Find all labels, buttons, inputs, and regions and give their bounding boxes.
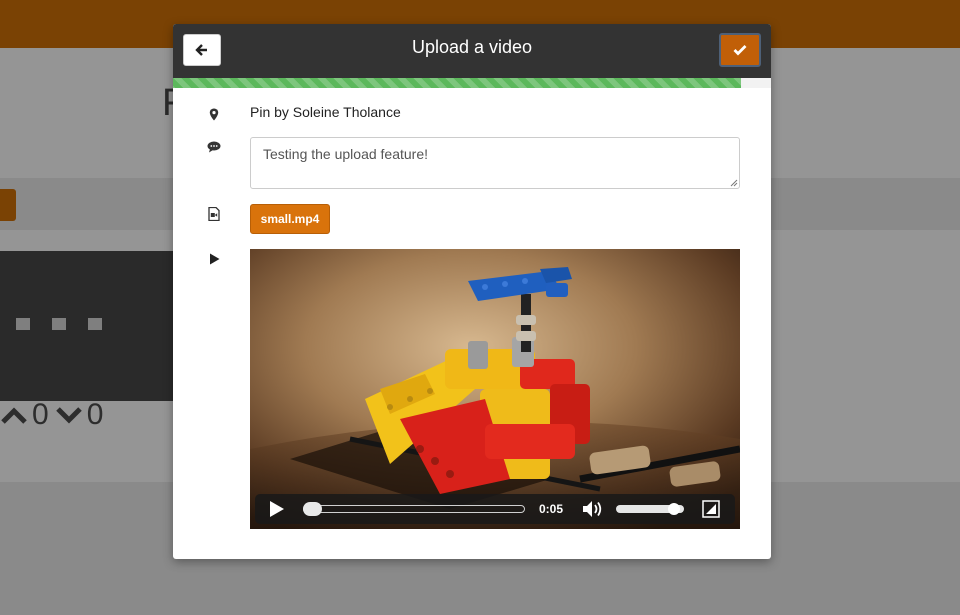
fullscreen-button[interactable] [701,499,721,519]
volume-icon [583,501,602,517]
video-controls: 0:05 [255,494,735,524]
upload-progress-fill [173,78,742,88]
selected-file-button[interactable]: small.mp4 [250,204,330,234]
loading-dots [16,318,102,330]
downvote-icon[interactable] [55,405,83,425]
upload-video-modal: Upload a video Pin by Soleine Tholance s… [173,24,771,559]
play-icon [205,250,223,268]
map-marker-icon [205,105,223,123]
modal-title: Upload a video [411,37,533,57]
video-file-icon [205,205,223,223]
play-icon [270,501,284,517]
resize-handle-icon[interactable] [730,179,738,187]
upload-progress-bar [173,78,771,88]
downvote-count: 0 [86,398,104,431]
seek-handle[interactable] [303,502,322,516]
fullscreen-icon [702,500,720,518]
confirm-upload-button[interactable] [719,33,761,67]
check-icon [733,45,747,56]
page-toolbar-button[interactable] [0,189,16,221]
pin-author-label: Pin by Soleine Tholance [250,104,401,120]
video-frame-image [250,249,740,529]
comment-input[interactable] [250,137,740,189]
volume-handle[interactable] [667,503,680,515]
comment-icon [205,138,223,156]
current-time: 0:05 [539,502,564,516]
upvote-count: 0 [32,398,49,431]
seek-bar[interactable] [303,505,525,513]
play-button[interactable] [267,499,287,519]
video-preview[interactable]: 0:05 [250,249,740,529]
mute-button[interactable] [581,499,605,519]
vote-bar: 0 0 [0,398,109,432]
upvote-icon[interactable] [0,405,28,425]
